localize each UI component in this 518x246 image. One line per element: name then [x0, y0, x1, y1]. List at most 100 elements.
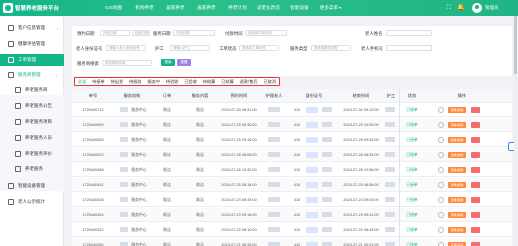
- view-icon[interactable]: [438, 227, 444, 233]
- pay-time-input[interactable]: 请选择付款时间: [245, 30, 287, 36]
- delete-button[interactable]: [471, 167, 480, 173]
- service-date-input[interactable]: 开始日期: [173, 30, 215, 36]
- fullscreen-icon[interactable]: ⛶: [445, 4, 453, 12]
- tab-pending-check[interactable]: 待验收: [163, 78, 181, 85]
- delete-button[interactable]: [471, 152, 480, 158]
- logo-icon: [3, 3, 13, 13]
- order-no: 1725440690: [82, 123, 104, 127]
- sidebar-item-care-service[interactable]: 养老服务: [0, 163, 64, 175]
- tab-pending-accept[interactable]: 待接单: [89, 78, 107, 85]
- table-row[interactable]: 1725440354 服务中心 助洁 助洁 2024-07-23 09:16:00 410…: [72, 208, 512, 222]
- elder-phone-input[interactable]: [386, 45, 432, 51]
- nav-institution-care[interactable]: 机构养老: [129, 0, 160, 16]
- elder-name-input[interactable]: [386, 30, 432, 36]
- sidebar-item-care-project[interactable]: 养老服务项目: [0, 116, 64, 128]
- order-no: 1725440322: [82, 228, 104, 232]
- sidebar-item-service-providers[interactable]: 服务商管理 ⌄: [0, 69, 64, 81]
- sidebar-item-smart-device[interactable]: 智能设备管理: [0, 180, 64, 192]
- delete-button[interactable]: [471, 137, 480, 143]
- tab-pending-service[interactable]: 待服务: [126, 78, 144, 85]
- search-button[interactable]: 搜索: [161, 59, 175, 66]
- delete-button[interactable]: [471, 182, 480, 188]
- table-row[interactable]: 1725440322 服务中心 助洁 助洁 2024-07-22 08:10:00 410…: [72, 223, 512, 237]
- sidebar-item-elder-stats[interactable]: 老人公示统计: [0, 196, 64, 208]
- nav-aging-renovation[interactable]: 适老化改造: [253, 0, 284, 16]
- table-row[interactable]: 1725440405 服务中心 助洁 助洁 2024-07-24 08:33:00 410…: [72, 193, 512, 207]
- redacted-org-prefix: [120, 137, 128, 142]
- tab-all[interactable]: 全部: [75, 78, 89, 85]
- sidebar-item-health-assessment[interactable]: 健康评估管理: [0, 38, 64, 50]
- sidebar-item-care-staff[interactable]: 养老服务人员: [0, 132, 64, 144]
- nav-more-menu[interactable]: 更多菜单: [315, 0, 346, 16]
- edit-button[interactable]: 查看/编辑: [448, 137, 466, 143]
- col-org: 服务机构: [123, 93, 141, 98]
- nav-care-plan[interactable]: 养老计划: [222, 0, 253, 16]
- reset-button[interactable]: 重置: [177, 59, 191, 66]
- avatar[interactable]: [472, 3, 482, 13]
- edit-button[interactable]: 查看/编辑: [448, 152, 466, 158]
- view-icon[interactable]: [438, 242, 444, 246]
- nurse-input[interactable]: 请输入护工: [170, 45, 210, 51]
- appointment-time: 2024-07-28 08:06:00: [221, 153, 257, 157]
- service-type-select[interactable]: 请选择服务类型: [311, 45, 351, 51]
- table-row[interactable]: 1725440486 服务中心 助洁 助洁 2024-07-26 10:32:00 410…: [72, 163, 512, 177]
- table-row[interactable]: 1725440712 服务中心 助洁 助洁 2024-07-30 08:31:00 410…: [72, 103, 512, 117]
- view-icon[interactable]: [438, 137, 444, 143]
- edit-button[interactable]: 查看/编辑: [448, 197, 466, 203]
- nav-smart-device[interactable]: 智能设备: [284, 0, 315, 16]
- sidebar-item-care-notice[interactable]: 养老服务公告: [0, 100, 64, 112]
- id-number-prefix: 410: [293, 138, 301, 142]
- elder-id-input[interactable]: 请输入老人身份证号: [106, 45, 146, 51]
- view-icon[interactable]: [438, 167, 444, 173]
- table-row[interactable]: 1725440523 服务中心 助洁 助洁 2024-07-28 08:06:00 410…: [72, 148, 512, 162]
- tab-settled[interactable]: 已结算: [218, 78, 236, 85]
- nav-gis-map[interactable]: GIS地图: [98, 0, 129, 16]
- view-icon[interactable]: [438, 152, 444, 158]
- edit-button[interactable]: 查看/编辑: [448, 212, 466, 218]
- edit-button[interactable]: 查看/编辑: [448, 107, 466, 113]
- nav-home-care[interactable]: 居家养老: [160, 0, 191, 16]
- view-icon[interactable]: [438, 122, 444, 128]
- delete-button[interactable]: [471, 197, 480, 203]
- edit-button[interactable]: 查看/编辑: [448, 182, 466, 188]
- view-icon[interactable]: [438, 182, 444, 188]
- table-row[interactable]: 1725440451 服务中心 助洁 助洁 2024-07-25 08:18:00 410…: [72, 178, 512, 192]
- nurse-label: 护工: [155, 46, 164, 51]
- tab-cancelled[interactable]: 已取消: [261, 78, 279, 85]
- tab-checked[interactable]: 已验收: [181, 78, 199, 85]
- view-icon[interactable]: [438, 107, 444, 113]
- tab-refund[interactable]: 退款/售后: [237, 78, 261, 85]
- tab-in-service[interactable]: 服务中: [145, 78, 163, 85]
- edit-button[interactable]: 查看/编辑: [448, 167, 466, 173]
- username[interactable]: 管理员: [485, 5, 499, 11]
- table-row[interactable]: 1725440280 服务中心 助洁 助洁 2024-07-21 08:35:00 410…: [72, 238, 512, 246]
- sidebar-item-care-review[interactable]: 养老服务评价: [0, 148, 64, 160]
- view-icon[interactable]: [438, 212, 444, 218]
- delete-button[interactable]: [471, 242, 480, 246]
- redacted-org-prefix: [120, 107, 128, 112]
- redacted-id-suffix: [322, 197, 332, 202]
- edit-button[interactable]: 查看/编辑: [448, 122, 466, 128]
- delete-button[interactable]: [471, 122, 480, 128]
- date-start-input[interactable]: 开始日期: [100, 30, 130, 36]
- redacted-id-number: [306, 137, 318, 143]
- service-provider-select[interactable]: 请选择服务商: [102, 60, 152, 66]
- nav-home-care-2[interactable]: 居家养老: [191, 0, 222, 16]
- view-icon[interactable]: [438, 197, 444, 203]
- tab-pending-depart[interactable]: 待出发: [108, 78, 126, 85]
- edit-button[interactable]: 查看/编辑: [448, 242, 466, 246]
- scrollbar-thumb[interactable]: [514, 16, 517, 74]
- order-status-select[interactable]: 请选择工单状态: [239, 45, 279, 51]
- table-row[interactable]: 1725440654 服务中心 助洁 助洁 2024-07-29 09:16:00 410…: [72, 133, 512, 147]
- delete-button[interactable]: [471, 107, 480, 113]
- delete-button[interactable]: [471, 212, 480, 218]
- date-end-input[interactable]: 结束日期: [132, 30, 150, 36]
- edit-button[interactable]: 查看/编辑: [448, 227, 466, 233]
- tab-pending-settle[interactable]: 待结算: [200, 78, 218, 85]
- delete-button[interactable]: [471, 227, 480, 233]
- table-row[interactable]: 1725440690 服务中心 助洁 助洁 2024-07-29 09:30:00 410…: [72, 118, 512, 132]
- sidebar-item-customer-info[interactable]: 客户信息管理 ›: [0, 22, 64, 34]
- sidebar-item-work-orders[interactable]: 工单管理: [0, 54, 64, 66]
- bell-icon[interactable]: 🔔: [457, 4, 465, 12]
- sidebar-item-care-provider[interactable]: 养老服务商: [0, 84, 64, 96]
